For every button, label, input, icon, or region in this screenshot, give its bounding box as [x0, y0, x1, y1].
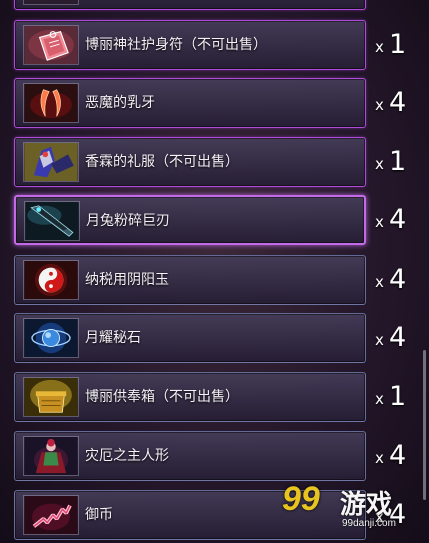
quantity-value: 4	[389, 322, 407, 353]
inventory-list: 博丽神社护身符（不可出售） 恶魔的乳牙 香霖的礼服（不可出售） 月兔粉碎巨刃 纳…	[0, 0, 429, 543]
robe-icon	[23, 142, 79, 182]
item-quantity: x 4	[375, 255, 429, 305]
quantity-prefix: x	[375, 390, 384, 408]
omamori-charm-icon	[23, 25, 79, 65]
quantity-prefix: x	[375, 96, 384, 114]
doll-icon	[23, 436, 79, 476]
quantity-value: 4	[389, 440, 407, 471]
item-name: 博丽神社护身符（不可出售）	[85, 37, 267, 53]
item-name: 恶魔的乳牙	[85, 95, 155, 111]
quantity-prefix: x	[375, 155, 384, 173]
item-quantity: x 4	[375, 313, 429, 363]
item-quantity: x 1	[375, 372, 429, 422]
yin-yang-orb-icon	[23, 260, 79, 300]
inventory-row-greatsword[interactable]: 月兔粉碎巨刃	[14, 195, 366, 245]
item-name: 月耀秘石	[85, 330, 141, 346]
quantity-value: 1	[389, 381, 407, 412]
item-quantity: x 1	[375, 20, 429, 70]
offering-box-icon	[23, 377, 79, 417]
item-quantity: x 4	[375, 78, 429, 128]
watermark-text: 游戏	[340, 490, 393, 520]
item-quantity: x 4	[375, 195, 429, 245]
inventory-row-omamori[interactable]: 博丽神社护身符（不可出售）	[14, 20, 366, 70]
item-quantity: x 1	[375, 137, 429, 187]
quantity-prefix: x	[375, 331, 384, 349]
quantity-value: 1	[389, 29, 407, 60]
watermark-logo: 99	[282, 480, 320, 518]
quantity-prefix: x	[375, 38, 384, 56]
inventory-row-offering-box[interactable]: 博丽供奉箱（不可出售）	[14, 372, 366, 422]
item-quantity: x 4	[375, 431, 429, 481]
quantity-prefix: x	[375, 273, 384, 291]
list-scrollbar[interactable]	[423, 350, 426, 500]
item-name: 灾厄之主人形	[85, 448, 169, 464]
watermark-url: 99danji.com	[342, 518, 396, 529]
item-name: 香霖的礼服（不可出售）	[85, 154, 239, 170]
item-name: 御币	[85, 507, 113, 523]
inventory-row-yin-yang-orb[interactable]: 纳税用阴阳玉	[14, 255, 366, 305]
inventory-row-moon-stone[interactable]: 月耀秘石	[14, 313, 366, 363]
inventory-row-doll[interactable]: 灾厄之主人形	[14, 431, 366, 481]
site-watermark: 99 游戏 99danji.com	[282, 480, 429, 543]
demon-fangs-icon	[23, 83, 79, 123]
quantity-prefix: x	[375, 449, 384, 467]
inventory-row-partial[interactable]	[14, 0, 366, 10]
inventory-row-robe[interactable]: 香霖的礼服（不可出售）	[14, 137, 366, 187]
greatsword-icon	[24, 201, 80, 241]
item-name: 月兔粉碎巨刃	[86, 213, 170, 229]
moon-stone-icon	[23, 318, 79, 358]
quantity-value: 4	[389, 264, 407, 295]
inventory-row-demon-fang[interactable]: 恶魔的乳牙	[14, 78, 366, 128]
item-name: 纳税用阴阳玉	[85, 272, 169, 288]
quantity-value: 1	[389, 146, 407, 177]
gohei-icon	[23, 495, 79, 535]
quantity-value: 4	[389, 204, 407, 235]
item-name: 博丽供奉箱（不可出售）	[85, 389, 239, 405]
quantity-value: 4	[389, 87, 407, 118]
partial-item-icon	[23, 0, 79, 5]
quantity-prefix: x	[375, 213, 384, 231]
